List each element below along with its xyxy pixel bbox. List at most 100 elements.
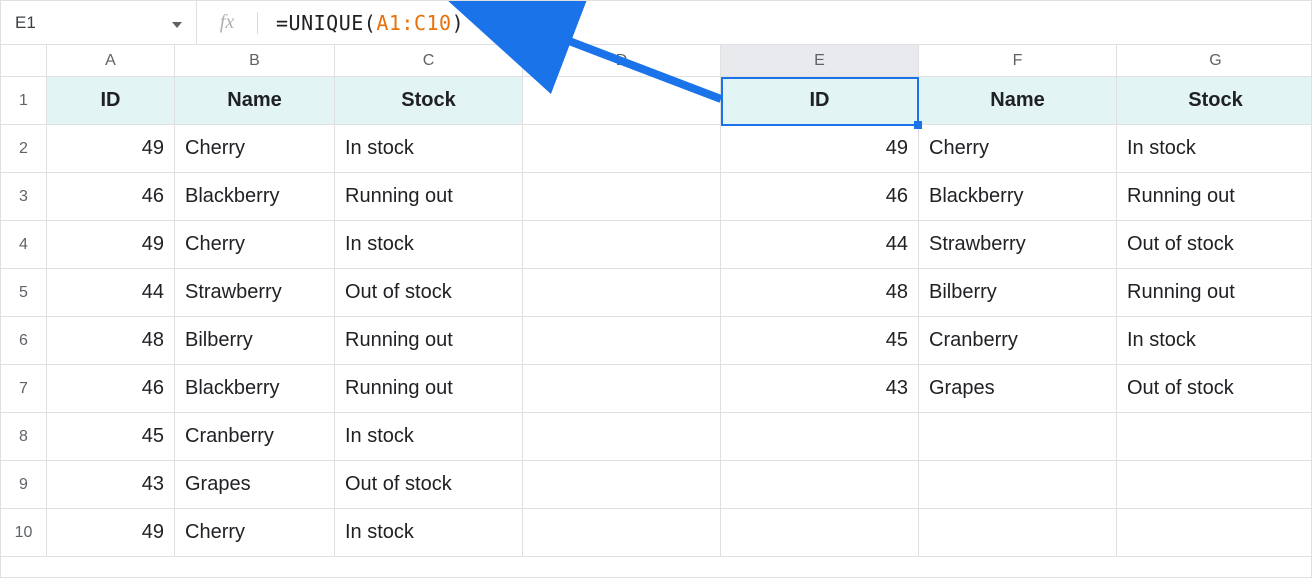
cell-E4[interactable]: 44: [721, 221, 919, 269]
cell-A3[interactable]: 46: [47, 173, 175, 221]
row-header-4[interactable]: 4: [1, 221, 47, 269]
cell-D6[interactable]: [523, 317, 721, 365]
cell-F2[interactable]: Cherry: [919, 125, 1117, 173]
select-all-corner[interactable]: [1, 45, 47, 77]
cell-F7[interactable]: Grapes: [919, 365, 1117, 413]
cell-B2[interactable]: Cherry: [175, 125, 335, 173]
cell-F9[interactable]: [919, 461, 1117, 509]
cell-E10[interactable]: [721, 509, 919, 557]
row-header-10[interactable]: 10: [1, 509, 47, 557]
formula-close-paren: ): [452, 11, 465, 35]
chevron-down-icon[interactable]: [172, 13, 182, 33]
cell-G7[interactable]: Out of stock: [1117, 365, 1312, 413]
row-header-1[interactable]: 1: [1, 77, 47, 125]
cell-B7[interactable]: Blackberry: [175, 365, 335, 413]
cell-C9[interactable]: Out of stock: [335, 461, 523, 509]
cell-D7[interactable]: [523, 365, 721, 413]
col-header-E[interactable]: E: [721, 45, 919, 77]
cell-F5[interactable]: Bilberry: [919, 269, 1117, 317]
cell-B5[interactable]: Strawberry: [175, 269, 335, 317]
fx-icon: fx: [197, 11, 257, 34]
col-header-C[interactable]: C: [335, 45, 523, 77]
cell-B8[interactable]: Cranberry: [175, 413, 335, 461]
col-header-G[interactable]: G: [1117, 45, 1312, 77]
cell-C1[interactable]: Stock: [335, 77, 523, 125]
cell-D2[interactable]: [523, 125, 721, 173]
cell-B10[interactable]: Cherry: [175, 509, 335, 557]
cell-C5[interactable]: Out of stock: [335, 269, 523, 317]
cell-D4[interactable]: [523, 221, 721, 269]
cell-A6[interactable]: 48: [47, 317, 175, 365]
col-header-D[interactable]: D: [523, 45, 721, 77]
cell-B4[interactable]: Cherry: [175, 221, 335, 269]
cell-E2[interactable]: 49: [721, 125, 919, 173]
cell-F10[interactable]: [919, 509, 1117, 557]
cell-F4[interactable]: Strawberry: [919, 221, 1117, 269]
cell-A2[interactable]: 49: [47, 125, 175, 173]
row-header-9[interactable]: 9: [1, 461, 47, 509]
cell-C6[interactable]: Running out: [335, 317, 523, 365]
cell-B9[interactable]: Grapes: [175, 461, 335, 509]
row-header-2[interactable]: 2: [1, 125, 47, 173]
cell-C10[interactable]: In stock: [335, 509, 523, 557]
spreadsheet-grid[interactable]: A B C D E F G 1 ID Name Stock ID Name St…: [1, 45, 1311, 557]
row-header-7[interactable]: 7: [1, 365, 47, 413]
col-header-B[interactable]: B: [175, 45, 335, 77]
cell-C7[interactable]: Running out: [335, 365, 523, 413]
cell-D5[interactable]: [523, 269, 721, 317]
cell-B6[interactable]: Bilberry: [175, 317, 335, 365]
divider: [257, 12, 258, 34]
cell-D9[interactable]: [523, 461, 721, 509]
cell-G5[interactable]: Running out: [1117, 269, 1312, 317]
cell-A9[interactable]: 43: [47, 461, 175, 509]
cell-D3[interactable]: [523, 173, 721, 221]
cell-E1[interactable]: ID: [721, 77, 919, 125]
row-header-8[interactable]: 8: [1, 413, 47, 461]
cell-G3[interactable]: Running out: [1117, 173, 1312, 221]
cell-A5[interactable]: 44: [47, 269, 175, 317]
cell-G10[interactable]: [1117, 509, 1312, 557]
row-header-5[interactable]: 5: [1, 269, 47, 317]
formula-open-paren: (: [364, 11, 377, 35]
cell-D10[interactable]: [523, 509, 721, 557]
cell-E5[interactable]: 48: [721, 269, 919, 317]
cell-F6[interactable]: Cranberry: [919, 317, 1117, 365]
col-header-A[interactable]: A: [47, 45, 175, 77]
cell-F3[interactable]: Blackberry: [919, 173, 1117, 221]
cell-A1[interactable]: ID: [47, 77, 175, 125]
name-box[interactable]: E1: [1, 1, 197, 44]
cell-G2[interactable]: In stock: [1117, 125, 1312, 173]
cell-A7[interactable]: 46: [47, 365, 175, 413]
formula-range: A1:C10: [376, 11, 451, 35]
cell-A8[interactable]: 45: [47, 413, 175, 461]
cell-E3[interactable]: 46: [721, 173, 919, 221]
cell-G6[interactable]: In stock: [1117, 317, 1312, 365]
cell-G8[interactable]: [1117, 413, 1312, 461]
cell-A10[interactable]: 49: [47, 509, 175, 557]
cell-F1[interactable]: Name: [919, 77, 1117, 125]
formula-eq: =: [276, 11, 289, 35]
cell-C2[interactable]: In stock: [335, 125, 523, 173]
col-header-F[interactable]: F: [919, 45, 1117, 77]
cell-D1[interactable]: [523, 77, 721, 125]
cell-B3[interactable]: Blackberry: [175, 173, 335, 221]
cell-B1[interactable]: Name: [175, 77, 335, 125]
cell-G1[interactable]: Stock: [1117, 77, 1312, 125]
row-header-3[interactable]: 3: [1, 173, 47, 221]
cell-E6[interactable]: 45: [721, 317, 919, 365]
cell-G9[interactable]: [1117, 461, 1312, 509]
cell-F8[interactable]: [919, 413, 1117, 461]
name-box-value: E1: [15, 13, 36, 33]
cell-E8[interactable]: [721, 413, 919, 461]
cell-D8[interactable]: [523, 413, 721, 461]
row-header-6[interactable]: 6: [1, 317, 47, 365]
cell-C4[interactable]: In stock: [335, 221, 523, 269]
cell-G4[interactable]: Out of stock: [1117, 221, 1312, 269]
formula-bar: E1 fx = UNIQUE ( A1:C10 ): [1, 1, 1311, 45]
cell-A4[interactable]: 49: [47, 221, 175, 269]
cell-E9[interactable]: [721, 461, 919, 509]
cell-C3[interactable]: Running out: [335, 173, 523, 221]
cell-C8[interactable]: In stock: [335, 413, 523, 461]
formula-input[interactable]: = UNIQUE ( A1:C10 ): [276, 11, 1311, 35]
cell-E7[interactable]: 43: [721, 365, 919, 413]
